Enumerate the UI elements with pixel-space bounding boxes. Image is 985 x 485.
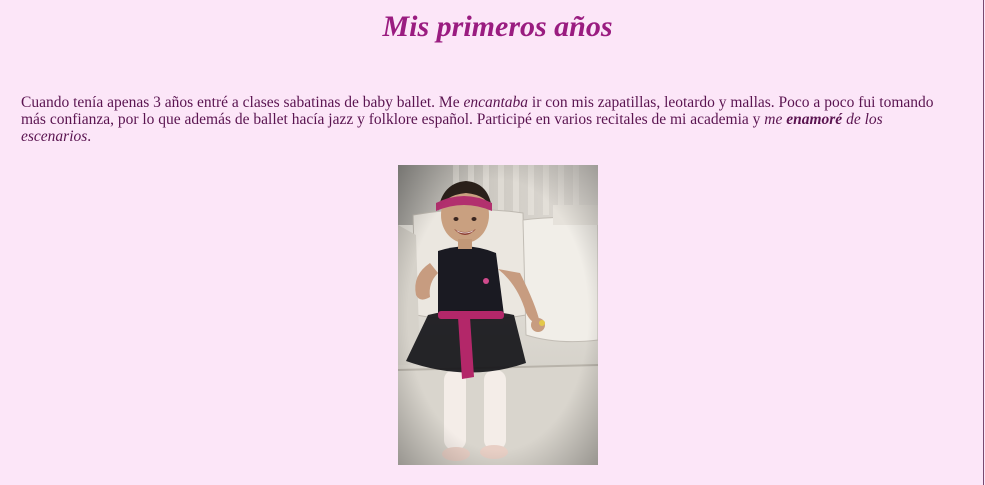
page-title: Mis primeros años — [382, 10, 613, 43]
paragraph-end: . — [87, 128, 92, 145]
emphasis-me: me — [764, 111, 787, 128]
intro-paragraph: Cuando tenía apenas 3 años entré a clase… — [21, 94, 946, 145]
page-right-border — [983, 0, 984, 485]
ballet-photo — [398, 165, 598, 465]
emphasis-enamore-bold: enamoré — [786, 111, 843, 128]
emphasis-encantaba: encantaba — [463, 94, 529, 111]
paragraph-text-1: Cuando tenía apenas 3 años entré a clase… — [21, 94, 464, 111]
